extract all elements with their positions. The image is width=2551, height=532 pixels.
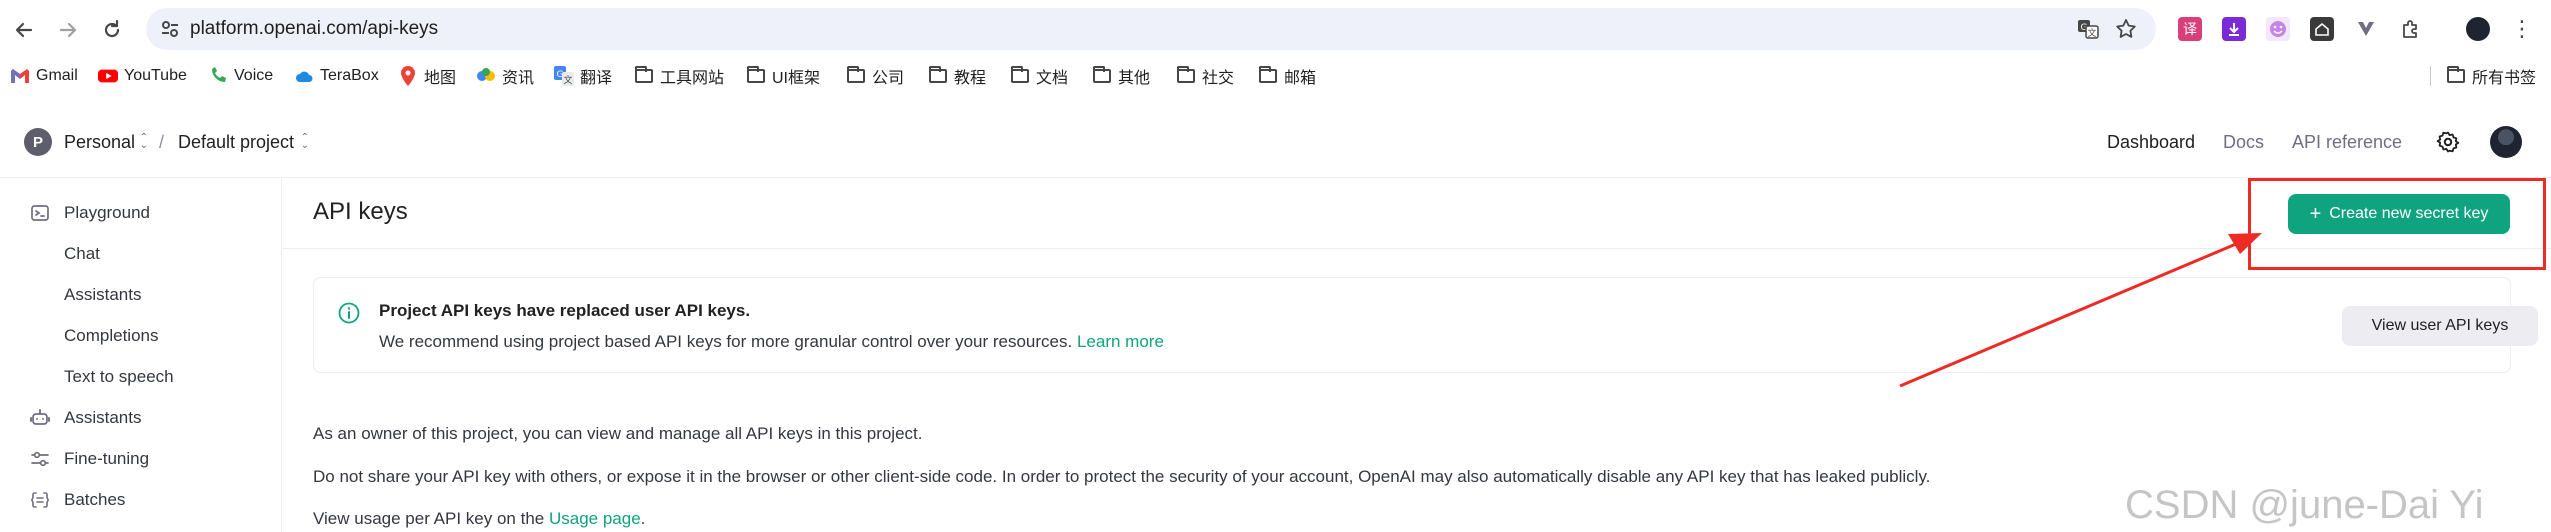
- annotation-arrow: [1899, 233, 2262, 388]
- watermark: CSDN @june-Dai Yi: [2125, 483, 2484, 527]
